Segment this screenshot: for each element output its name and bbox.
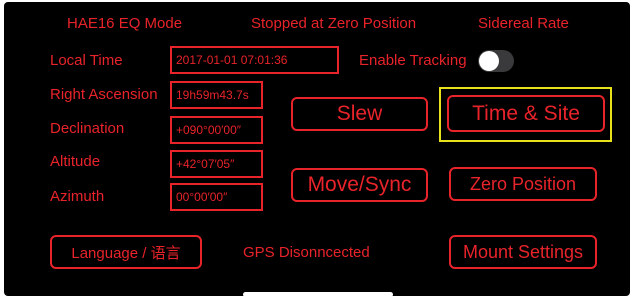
slew-button[interactable]: Slew [291, 97, 428, 131]
enable-tracking-toggle[interactable] [478, 50, 514, 72]
azimuth-label: Azimuth [50, 188, 105, 205]
local-time-label: Local Time [50, 52, 123, 69]
tracking-rate-status: Sidereal Rate [478, 15, 569, 32]
altitude-label: Altitude [50, 153, 101, 170]
gps-status: GPS Disonncected [243, 244, 370, 261]
language-button[interactable]: Language / 语言 [50, 235, 202, 269]
home-indicator[interactable] [243, 292, 393, 297]
move-sync-button[interactable]: Move/Sync [291, 168, 428, 202]
altitude-field[interactable]: +42°07′05″ [170, 150, 263, 178]
declination-label: Declination [50, 120, 125, 137]
azimuth-field[interactable]: 00°00′00″ [170, 183, 263, 211]
mount-settings-button[interactable]: Mount Settings [449, 235, 597, 269]
right-ascension-label: Right Ascension [50, 86, 158, 103]
selection-highlight [439, 87, 612, 142]
mount-mode-status: HAE16 EQ Mode [67, 15, 183, 32]
zero-position-button[interactable]: Zero Position [449, 167, 597, 201]
enable-tracking-label: Enable Tracking [359, 52, 467, 69]
declination-field[interactable]: +090°00′00″ [170, 116, 263, 144]
position-status: Stopped at Zero Position [251, 15, 417, 32]
right-ascension-field[interactable]: 19h59m43.7s [170, 81, 263, 109]
toggle-knob [479, 51, 499, 71]
telescope-control-screen: HAE16 EQ Mode Stopped at Zero Position S… [4, 2, 630, 296]
local-time-field[interactable]: 2017-01-01 07:01:36 [170, 46, 339, 74]
